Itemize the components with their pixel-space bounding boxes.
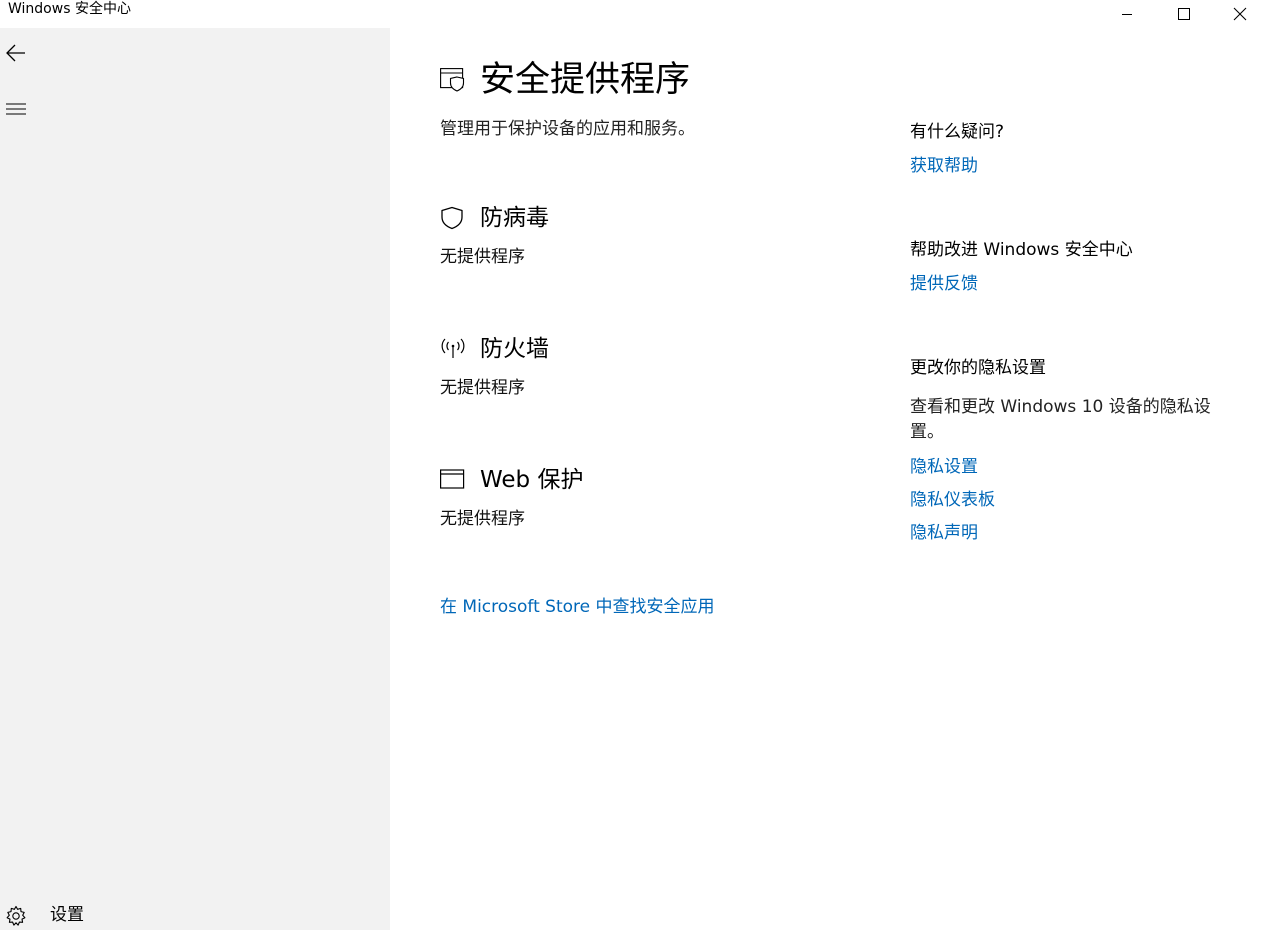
help-heading: 有什么疑问?: [910, 122, 1005, 142]
web-protection-title: Web 保护: [480, 467, 584, 493]
get-help-link[interactable]: 获取帮助: [910, 154, 978, 178]
page-title: 安全提供程序: [480, 60, 691, 100]
privacy-statement-link[interactable]: 隐私声明: [910, 521, 978, 545]
privacy-description: 查看和更改 Windows 10 设备的隐私设置。: [910, 397, 1211, 442]
sidebar-item-settings[interactable]: 设置: [0, 896, 200, 930]
privacy-heading: 更改你的隐私设置: [910, 358, 1046, 378]
gear-icon: [6, 905, 26, 926]
security-providers-icon: [440, 68, 465, 92]
microsoft-store-link[interactable]: 在 Microsoft Store 中查找安全应用: [440, 595, 715, 619]
minimize-icon: [1122, 14, 1132, 15]
hamburger-menu-button[interactable]: [0, 92, 32, 126]
improve-heading: 帮助改进 Windows 安全中心: [910, 240, 1133, 260]
security-center-window: Windows 安全中心 设置 安全提供程序 管理用于保护设备的应用和服务。 防…: [0, 0, 1262, 930]
shield-icon: [441, 206, 463, 230]
back-button[interactable]: [0, 36, 32, 70]
antivirus-status: 无提供程序: [440, 247, 525, 267]
privacy-settings-link[interactable]: 隐私设置: [910, 455, 978, 479]
minimize-button[interactable]: [1104, 0, 1150, 28]
hamburger-icon: [6, 103, 26, 115]
window-title: Windows 安全中心: [8, 1, 131, 17]
antenna-icon: [441, 338, 465, 358]
maximize-icon: [1178, 8, 1190, 20]
page-description: 管理用于保护设备的应用和服务。: [440, 119, 695, 139]
feedback-link[interactable]: 提供反馈: [910, 272, 978, 296]
web-protection-status: 无提供程序: [440, 509, 525, 529]
antivirus-title: 防病毒: [480, 205, 549, 231]
firewall-title: 防火墙: [480, 336, 549, 362]
close-button[interactable]: [1217, 0, 1262, 28]
navigation-sidebar: 设置: [0, 28, 390, 930]
privacy-dashboard-link[interactable]: 隐私仪表板: [910, 488, 995, 512]
title-bar: Windows 安全中心: [0, 0, 1262, 28]
sidebar-item-label: 设置: [50, 905, 84, 925]
close-icon: [1233, 7, 1247, 21]
maximize-button[interactable]: [1161, 0, 1207, 28]
main-content: 安全提供程序 管理用于保护设备的应用和服务。 防病毒 无提供程序 防火墙 无提供…: [390, 28, 1262, 930]
browser-window-icon: [440, 469, 465, 489]
firewall-status: 无提供程序: [440, 378, 525, 398]
back-arrow-icon: [6, 44, 25, 62]
